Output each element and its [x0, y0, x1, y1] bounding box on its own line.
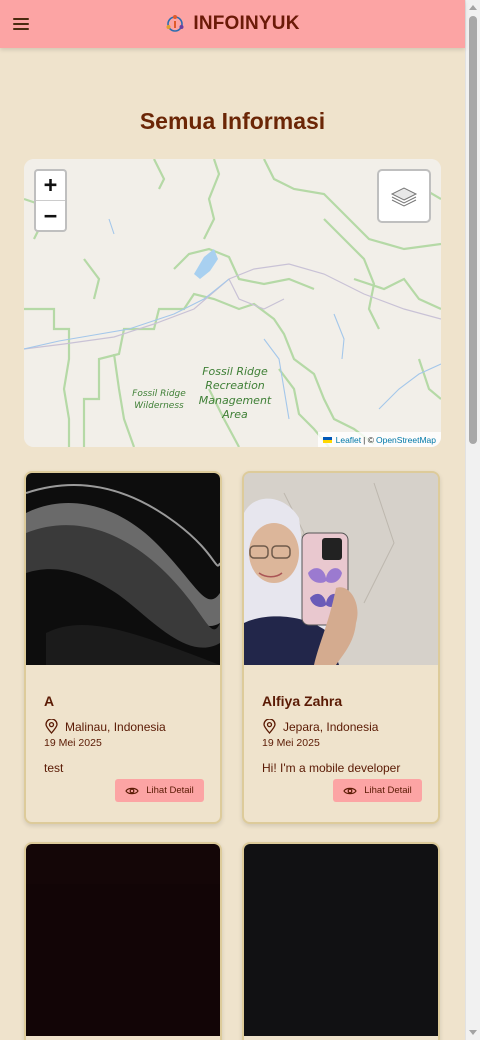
top-app-bar: INFOINYUK	[0, 0, 465, 48]
card-description: test	[44, 761, 64, 775]
card-title: A	[44, 693, 55, 709]
card-photo	[26, 473, 220, 665]
map-layers-button[interactable]	[377, 169, 431, 223]
brand-name: INFOINYUK	[193, 13, 300, 34]
card-photo	[244, 473, 438, 665]
location-pin-icon	[45, 719, 58, 734]
map-label-wilderness-1: Fossil Ridge	[132, 389, 186, 399]
card-body: Alfiya Zahra Jepara, Indonesia 19 Mei 20…	[262, 693, 422, 775]
card-description: Hi! I'm a mobile developer	[262, 761, 401, 775]
map-label-wilderness-2: Wilderness	[134, 401, 184, 411]
card-date: 19 Mei 2025	[44, 737, 102, 749]
card-photo	[26, 844, 220, 1036]
zoom-in-button[interactable]: +	[36, 171, 65, 201]
hamburger-menu-icon[interactable]	[12, 15, 30, 33]
map-zoom-control: + −	[34, 169, 67, 232]
leaflet-link[interactable]: Leaflet	[336, 435, 362, 445]
card-photo	[244, 844, 438, 1036]
info-card[interactable]	[242, 842, 440, 1040]
scroll-up-arrow-icon[interactable]	[469, 5, 477, 10]
map-label-area-2: Recreation	[205, 379, 265, 392]
page-scrollbar[interactable]	[465, 0, 480, 1040]
view-detail-button[interactable]: Lihat Detail	[115, 779, 204, 802]
card-location-text: Jepara, Indonesia	[283, 719, 379, 734]
card-location: Malinau, Indonesia	[44, 719, 204, 734]
map-label-area-4: Area	[221, 408, 248, 421]
view-detail-label: Lihat Detail	[146, 785, 194, 796]
card-title: Alfiya Zahra	[262, 693, 343, 709]
view-detail-label: Lihat Detail	[364, 785, 412, 796]
card-body: A Malinau, Indonesia 19 Mei 2025 test	[44, 693, 204, 775]
layers-icon	[390, 187, 418, 207]
info-card[interactable]: Alfiya Zahra Jepara, Indonesia 19 Mei 20…	[242, 471, 440, 824]
attribution-separator: | ©	[363, 434, 374, 445]
brand[interactable]: INFOINYUK	[165, 13, 299, 35]
info-card[interactable]: A Malinau, Indonesia 19 Mei 2025 test Li…	[24, 471, 222, 824]
openstreetmap-link[interactable]: OpenStreetMap	[376, 435, 436, 445]
page-title: Semua Informasi	[139, 108, 326, 134]
ukraine-flag-icon	[322, 436, 332, 443]
map-label-area-3: Management	[199, 394, 272, 407]
card-date: 19 Mei 2025	[262, 737, 320, 749]
location-pin-icon	[263, 719, 276, 734]
info-card[interactable]	[24, 842, 222, 1040]
brand-logo-icon	[166, 15, 184, 32]
scroll-thumb[interactable]	[469, 16, 477, 444]
eye-icon	[125, 787, 139, 794]
scroll-down-arrow-icon[interactable]	[469, 1030, 477, 1035]
map-view[interactable]: Fossil Ridge Recreation Management Area …	[24, 159, 441, 447]
view-detail-button[interactable]: Lihat Detail	[333, 779, 422, 802]
map-label-area-1: Fossil Ridge	[202, 365, 268, 378]
eye-icon	[343, 787, 357, 794]
card-location-text: Malinau, Indonesia	[65, 719, 166, 734]
map-attribution: Leaflet | © OpenStreetMap	[317, 432, 441, 447]
card-location: Jepara, Indonesia	[262, 719, 422, 734]
zoom-out-button[interactable]: −	[36, 201, 65, 230]
